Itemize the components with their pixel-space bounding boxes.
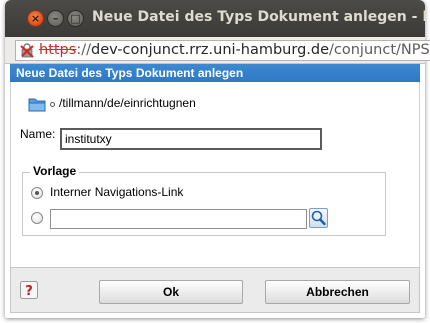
window-titlebar[interactable]: × – □ Neue Datei des Typs Dokument anleg… xyxy=(5,0,427,37)
name-input[interactable] xyxy=(60,128,322,150)
dialog-title: Neue Datei des Typs Dokument anlegen xyxy=(10,64,420,82)
window-close-button[interactable]: × xyxy=(27,10,44,27)
help-icon[interactable]: ? xyxy=(20,281,38,299)
vorlage-legend: Vorlage xyxy=(30,164,80,178)
window-maximize-button[interactable]: □ xyxy=(67,10,84,27)
radio-internal-link[interactable] xyxy=(31,187,43,199)
path-bullet-icon xyxy=(50,102,55,107)
radio-internal-link-label[interactable]: Interner Navigations-Link xyxy=(50,185,183,199)
window-minimize-button[interactable]: – xyxy=(47,10,64,27)
url-protocol: https xyxy=(39,42,77,58)
folder-path: /tillmann/de/einrichtugnen xyxy=(59,96,196,110)
url-separator: :// xyxy=(76,42,91,58)
window-title: Neue Datei des Typs Dokument anlegen - I… xyxy=(92,9,427,25)
url-host: dev-conjunct.rrz.uni-hamburg.de xyxy=(90,42,330,58)
radio-custom-link[interactable] xyxy=(31,212,43,224)
url-field[interactable]: https://dev-conjunct.rrz.uni-hamburg.de/… xyxy=(15,40,430,61)
name-label: Name: xyxy=(20,127,56,141)
close-icon: × xyxy=(30,12,41,25)
url-bar: https://dev-conjunct.rrz.uni-hamburg.de/… xyxy=(5,37,430,64)
svg-text:?: ? xyxy=(25,284,33,299)
minimize-icon: – xyxy=(52,12,59,25)
maximize-icon: □ xyxy=(70,12,81,25)
folder-icon xyxy=(28,98,46,112)
search-button[interactable] xyxy=(309,208,328,228)
cancel-button[interactable]: Abbrechen xyxy=(265,280,410,304)
ok-button[interactable]: Ok xyxy=(99,280,243,304)
link-input[interactable] xyxy=(50,209,307,229)
url-path: /conjunct/NPS/p xyxy=(329,42,430,58)
url-text: https://dev-conjunct.rrz.uni-hamburg.de/… xyxy=(39,41,430,60)
magnifier-icon xyxy=(311,210,326,226)
broken-lock-icon[interactable] xyxy=(20,43,36,58)
